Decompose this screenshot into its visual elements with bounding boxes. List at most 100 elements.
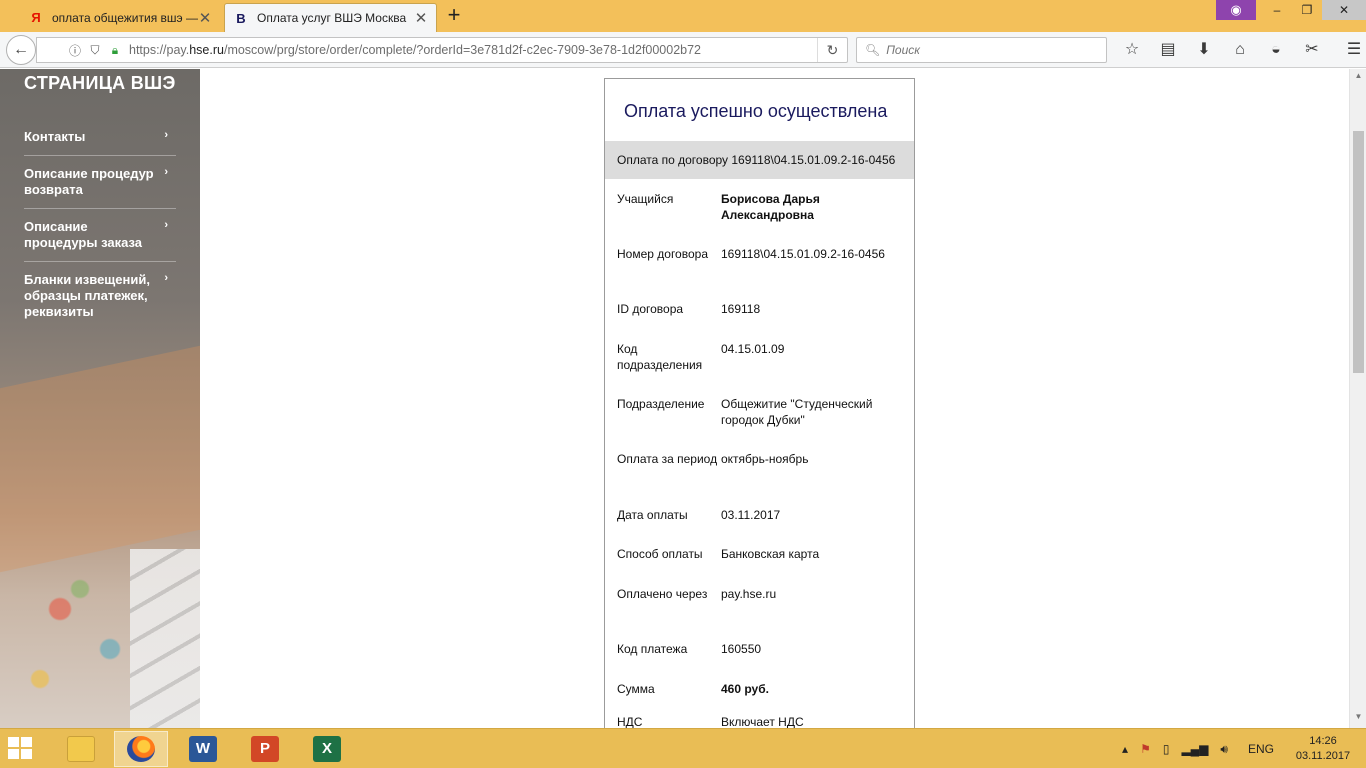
detail-value: 169118 xyxy=(721,302,761,316)
sidebar-item-label: Описание процедур возврата xyxy=(24,166,154,197)
folder-icon xyxy=(67,736,95,762)
detail-key: Номер договора xyxy=(617,247,708,261)
sidebar-item-label: Описание процедуры заказа xyxy=(24,219,143,250)
chevron-right-icon: › xyxy=(164,129,168,141)
yandex-icon: Я xyxy=(31,10,41,25)
detail-row-contract-number: Номер договора 169118\04.15.01.09.2-16-0… xyxy=(605,246,914,301)
windows-start-icon[interactable] xyxy=(8,737,34,761)
scroll-up-icon[interactable]: ▲ xyxy=(1350,71,1366,85)
chevron-right-icon: › xyxy=(164,219,168,231)
chevron-right-icon: › xyxy=(164,166,168,178)
taskbar-firefox[interactable] xyxy=(114,731,168,767)
close-window-button[interactable]: ✕ xyxy=(1322,0,1366,20)
menu-icon[interactable]: ☰ xyxy=(1336,37,1366,63)
url-bar[interactable]: ⓘ ⛉ 🔒︎ https://pay.hse.ru/moscow/prg/sto… xyxy=(36,37,848,63)
detail-key: Код платежа xyxy=(617,642,688,656)
detail-value: 460 руб. xyxy=(721,682,769,696)
detail-row-period: Оплата за период октябрь-ноябрь xyxy=(605,451,914,507)
volume-icon[interactable]: 🔊︎ xyxy=(1220,742,1228,757)
detail-row-amount: Сумма 460 руб. xyxy=(605,681,914,714)
pocket-icon[interactable]: ◒ xyxy=(1258,37,1294,63)
tab-close-icon[interactable]: ✕ xyxy=(414,9,428,27)
detail-key: Подразделение xyxy=(617,397,705,411)
detail-row-department: Подразделение Общежитие "Студенческий го… xyxy=(605,396,914,451)
flag-icon[interactable]: ⚑ xyxy=(1140,742,1151,756)
sidebar-item-refund[interactable]: Описание процедур возврата › xyxy=(24,156,176,209)
detail-key: Оплачено через xyxy=(617,587,708,601)
lock-icon[interactable]: 🔒︎ xyxy=(107,43,123,58)
reading-list-icon[interactable]: ▤ xyxy=(1150,37,1186,63)
sidebar-item-label: Бланки извещений, образцы платежек, рекв… xyxy=(24,272,150,319)
sidebar-item-contacts[interactable]: Контакты › xyxy=(24,119,176,156)
vertical-scrollbar[interactable]: ▲ ▼ xyxy=(1349,69,1366,728)
tab-close-icon[interactable]: ✕ xyxy=(198,9,212,27)
url-text[interactable]: https://pay.hse.ru/moscow/prg/store/orde… xyxy=(129,43,817,57)
scroll-down-icon[interactable]: ▼ xyxy=(1350,712,1366,726)
sidebar-item-forms[interactable]: Бланки извещений, образцы платежек, рекв… xyxy=(24,262,176,330)
download-icon[interactable]: ⬇ xyxy=(1186,37,1222,63)
taskbar-explorer[interactable] xyxy=(54,731,108,767)
detail-row-payment-date: Дата оплаты 03.11.2017 xyxy=(605,507,914,546)
reload-icon[interactable]: ↻ xyxy=(817,38,847,62)
detail-value: Включает НДС xyxy=(721,715,804,728)
chevron-up-icon[interactable]: ▴ xyxy=(1122,742,1128,756)
chevron-right-icon: › xyxy=(164,272,168,284)
detail-key: ID договора xyxy=(617,302,684,316)
mask-icon[interactable]: ◉ xyxy=(1216,0,1256,20)
detail-key: Код подразделения xyxy=(617,342,703,372)
navigation-bar: ⓘ ⛉ 🔒︎ https://pay.hse.ru/moscow/prg/sto… xyxy=(0,32,1366,68)
scrollbar-thumb[interactable] xyxy=(1353,131,1364,373)
shield-icon[interactable]: ⛉ xyxy=(87,43,103,58)
hse-icon: В xyxy=(236,10,246,26)
powerpoint-icon: P xyxy=(251,736,279,762)
tab-yandex-search[interactable]: Я оплата общежития вшэ — ✕ xyxy=(20,3,220,32)
page-viewport: СТРАНИЦА ВШЭ Контакты › Описание процеду… xyxy=(0,69,1366,728)
language-indicator[interactable]: ENG xyxy=(1248,742,1274,756)
detail-value: Общежитие "Студенческий городок Дубки" xyxy=(721,397,873,427)
detail-row-department-code: Код подразделения 04.15.01.09 xyxy=(605,341,914,396)
home-icon[interactable]: ⌂ xyxy=(1222,37,1258,63)
detail-row-vat: НДС Включает НДС xyxy=(605,714,914,728)
detail-row-contract-id: ID договора 169118 xyxy=(605,301,914,341)
tab-bar: Я оплата общежития вшэ — ✕ В Оплата услу… xyxy=(0,0,1366,32)
minimize-button[interactable]: – xyxy=(1262,0,1292,20)
sidebar-item-order[interactable]: Описание процедуры заказа › xyxy=(24,209,176,262)
receipt-details: Учащийся Борисова Дарья Александровна Но… xyxy=(605,179,914,728)
clock[interactable]: 14:26 03.11.2017 xyxy=(1288,734,1358,764)
detail-key: Способ оплаты xyxy=(617,547,703,561)
detail-row-payment-method: Способ оплаты Банковская карта xyxy=(605,546,914,586)
detail-value: 160550 xyxy=(721,642,762,656)
signal-icon[interactable]: ▂▄▆ xyxy=(1181,742,1208,756)
screenshot-icon[interactable]: ✂ xyxy=(1294,37,1330,63)
detail-value: 169118\04.15.01.09.2-16-0456 xyxy=(721,247,885,261)
sidebar-menu: Контакты › Описание процедур возврата › … xyxy=(24,119,176,330)
taskbar-word[interactable]: W xyxy=(176,731,230,767)
detail-value: октябрь-ноябрь xyxy=(721,452,809,466)
detail-row-paid-via: Оплачено через pay.hse.ru xyxy=(605,586,914,641)
search-input[interactable] xyxy=(886,43,1087,57)
device-icon[interactable]: ▯ xyxy=(1163,742,1170,756)
excel-icon: X xyxy=(313,736,341,762)
tab-hse-payment[interactable]: В Оплата услуг ВШЭ Москва ✕ xyxy=(224,3,437,32)
sidebar: СТРАНИЦА ВШЭ Контакты › Описание процеду… xyxy=(0,69,200,728)
taskbar-powerpoint[interactable]: P xyxy=(238,731,292,767)
new-tab-button[interactable]: + xyxy=(443,4,465,26)
clock-time: 14:26 xyxy=(1309,735,1337,747)
tab-title: Оплата услуг ВШЭ Москва xyxy=(257,11,407,25)
detail-value: 04.15.01.09 xyxy=(721,342,785,356)
detail-key: НДС xyxy=(617,715,643,728)
firefox-icon xyxy=(127,736,155,762)
detail-key: Учащийся xyxy=(617,192,674,206)
taskbar: W P X ▴ ⚑ ▯ ▂▄▆ 🔊︎ ENG 14:26 03.11.2017 xyxy=(0,728,1366,768)
taskbar-excel[interactable]: X xyxy=(300,731,354,767)
bookmark-star-icon[interactable]: ☆ xyxy=(1114,37,1150,63)
back-button[interactable]: ← xyxy=(6,35,36,65)
restore-button[interactable]: ❐ xyxy=(1292,0,1322,20)
search-box[interactable]: 🔍︎ xyxy=(856,37,1107,63)
system-tray: ▴ ⚑ ▯ ▂▄▆ 🔊︎ ENG 14:26 03.11.2017 xyxy=(1116,729,1366,768)
receipt-title: Оплата успешно осуществлена xyxy=(624,101,888,121)
clock-date: 03.11.2017 xyxy=(1295,750,1351,762)
info-icon[interactable]: ⓘ xyxy=(67,42,83,59)
detail-row-student: Учащийся Борисова Дарья Александровна xyxy=(605,191,914,246)
detail-key: Дата оплаты xyxy=(617,508,688,522)
